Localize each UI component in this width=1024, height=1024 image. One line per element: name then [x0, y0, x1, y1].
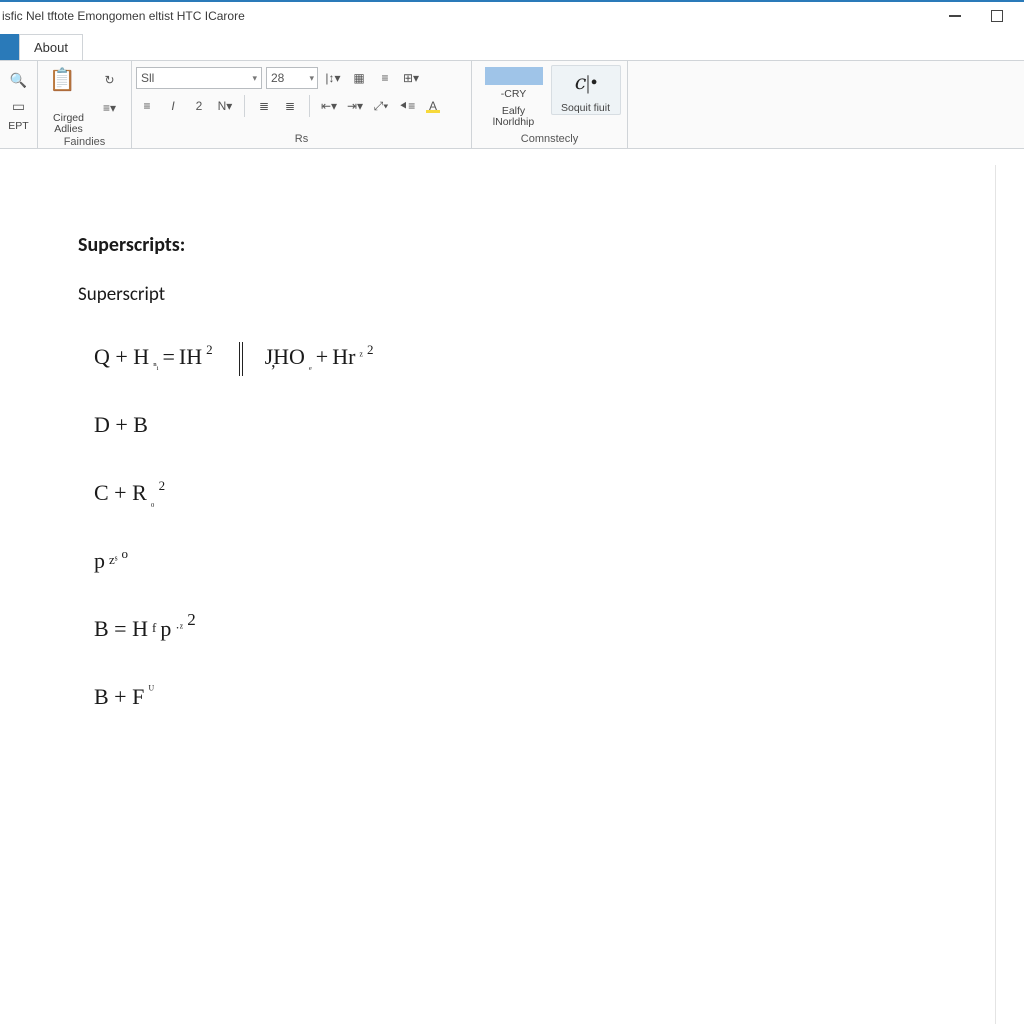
eq6-part1: B + F [94, 684, 144, 710]
font-size-combo[interactable]: ▾ [266, 67, 318, 89]
document-page[interactable]: Superscripts: Superscript Q + Hⁿᵢ = IH2 … [0, 165, 995, 710]
eq2-text: D + B [94, 412, 148, 438]
sort-icon[interactable]: ⤢▾ [370, 95, 392, 117]
equation-line-2: D + B [94, 412, 995, 438]
ribbon: 🔍 ▭ EPT 📋 Cirged Adlies ↻ ≡▾ Faindies [0, 61, 1024, 149]
eq3-sub: ₀ [151, 496, 155, 508]
align-left-icon[interactable]: ≡ [136, 95, 158, 117]
eq4-supb: o [122, 546, 129, 562]
equation-line-4: pzˢo [94, 548, 995, 574]
align-left-icon[interactable]: ≣ [253, 95, 275, 117]
number-2-icon[interactable]: 2 [188, 95, 210, 117]
heading-superscripts: Superscripts: [78, 233, 995, 257]
group-styles-label: Comnstecly [476, 132, 623, 148]
eq5-top1: f [152, 620, 156, 636]
style-button-2[interactable]: ⅽ|• Soquit fiuit [551, 65, 621, 115]
eq1-sup2a: ᶻ [359, 348, 363, 364]
equation-line-6: B + Fᵁ [94, 684, 995, 710]
minimize-button[interactable] [946, 7, 964, 25]
font-family-combo[interactable]: ▾ [136, 67, 262, 89]
font-size-input[interactable] [267, 71, 307, 85]
file-tab[interactable] [0, 34, 20, 60]
eq1-sub2: ₑ [309, 360, 312, 372]
eq4-supa: zˢ [109, 552, 118, 568]
style-glyph: ⅽ|• [574, 70, 598, 95]
list-icon[interactable]: ≡▾ [99, 97, 121, 119]
decrease-indent-icon[interactable]: ⇤▾ [318, 95, 340, 117]
double-bar-icon [239, 342, 243, 376]
equation-line-3: C + R ₀2 [94, 480, 995, 506]
eq1-part4: Hr [332, 344, 355, 370]
font-family-input[interactable] [137, 71, 249, 85]
align-center-icon[interactable]: ≡ [374, 67, 396, 89]
chevron-down-icon[interactable]: ▾ [307, 73, 318, 84]
tab-strip: About [0, 30, 1024, 60]
style-button-1[interactable]: -CRY Ealfy lNorldhip [479, 65, 549, 128]
chevron-down-icon[interactable]: ▾ [249, 73, 262, 84]
paste-icon[interactable]: 📋 [49, 67, 89, 113]
line-spacing-icon[interactable]: |↕▾ [322, 67, 344, 89]
group-left-label [4, 132, 33, 148]
outdent-icon[interactable]: ⯇≡ [396, 95, 418, 117]
group-font-label: Rs [136, 132, 467, 148]
ept-label: EPT [8, 121, 28, 132]
title-bar: isfic Nel tftote Emongomen eltist HTC IC… [0, 0, 1024, 30]
separator [309, 95, 310, 117]
eq1-part2: IH [179, 344, 202, 370]
eq5-supb: 2 [187, 610, 196, 630]
group-clipboard-label: Faindies [42, 135, 127, 149]
tab-about[interactable]: About [19, 34, 83, 60]
eq1-sub1: ⁿᵢ [153, 360, 158, 372]
eq5-supa: ·ᶻ [175, 620, 183, 636]
eq1-sup2b: 2 [367, 342, 374, 358]
window-controls [946, 7, 1020, 25]
eq5-part2: p [160, 616, 171, 642]
document-viewport: Superscripts: Superscript Q + Hⁿᵢ = IH2 … [0, 165, 996, 1024]
italic-icon[interactable]: I [162, 95, 184, 117]
ribbon-group-font: ▾ ▾ |↕▾ ▦ ≡ ⊞▾ ≡ I 2 N▾ ≣ ≣ ⇤▾ [132, 61, 472, 148]
panel-icon[interactable]: ▭ [8, 95, 30, 117]
style-preview-1 [485, 67, 543, 85]
clip-label-2: Adlies [54, 124, 83, 135]
clear-formatting-icon[interactable]: N▾ [214, 95, 236, 117]
ribbon-group-clipboard: 📋 Cirged Adlies ↻ ≡▾ Faindies [38, 61, 132, 148]
search-icon[interactable]: 🔍 [8, 69, 30, 91]
eq4-part1: p [94, 548, 105, 574]
ribbon-group-styles: -CRY Ealfy lNorldhip ⅽ|• Soquit fiuit Co… [472, 61, 628, 148]
window-title: isfic Nel tftote Emongomen eltist HTC IC… [0, 9, 245, 23]
equation-line-1: Q + Hⁿᵢ = IH2 J̦HOₑ + Hrᶻ2 [94, 336, 995, 370]
increase-indent-icon[interactable]: ⇥▾ [344, 95, 366, 117]
highlight-icon[interactable]: A [422, 95, 444, 117]
style-label-1: Ealfy lNorldhip [481, 106, 547, 128]
eq3-part1: C + R [94, 480, 147, 506]
subheading-superscript: Superscript [78, 283, 995, 306]
eq3-sup: 2 [159, 478, 166, 494]
eq1-eq: = [162, 344, 174, 370]
align-justify-icon[interactable]: ≣ [279, 95, 301, 117]
refresh-icon[interactable]: ↻ [99, 69, 121, 91]
grid-settings-icon[interactable]: ⊞▾ [400, 67, 422, 89]
eq1-sup1: 2 [206, 342, 213, 358]
maximize-button[interactable] [988, 7, 1006, 25]
style-label-2: Soquit fiuit [561, 103, 610, 114]
eq1-part1: Q + H [94, 344, 149, 370]
eq6-sup: ᵁ [148, 682, 154, 698]
eq1-part3: J̦HO [265, 344, 305, 370]
equation-line-5: B = Hf p·ᶻ2 [94, 616, 995, 642]
style-caption-1: -CRY [501, 89, 526, 100]
separator [244, 95, 245, 117]
eq5-part1: B = H [94, 616, 148, 642]
ribbon-group-left: 🔍 ▭ EPT [0, 61, 38, 148]
table-icon[interactable]: ▦ [348, 67, 370, 89]
eq1-plus: + [316, 344, 328, 370]
